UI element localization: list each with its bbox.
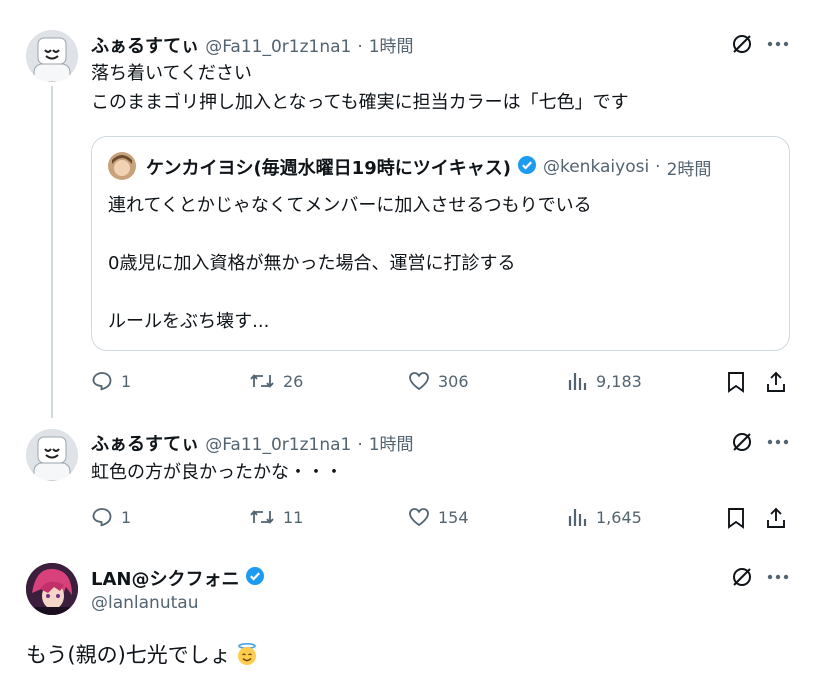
- tweet-text: もう(親の)七光でしょ: [26, 643, 231, 667]
- reply-count: 1: [121, 371, 132, 391]
- marshmallow-avatar-image: [26, 429, 78, 481]
- reply-button[interactable]: 1: [91, 370, 131, 392]
- views-icon: [568, 373, 587, 390]
- author-handle[interactable]: @Fa11_0r1z1na1: [205, 37, 351, 57]
- views-icon: [568, 509, 587, 526]
- quote-author-handle: @kenkaiyosi: [542, 157, 650, 177]
- avatar[interactable]: [26, 429, 78, 481]
- more-icon[interactable]: [765, 430, 791, 454]
- view-count: 9,183: [596, 371, 642, 391]
- timestamp[interactable]: 1時間: [369, 32, 414, 57]
- views-button[interactable]: 9,183: [568, 370, 642, 392]
- quote-text-line-1: 連れてくとかじゃなくてメンバーに加入させるつもりでいる: [108, 195, 592, 216]
- separator: ·: [357, 37, 363, 57]
- retweet-button[interactable]: 26: [249, 370, 303, 392]
- author-handle[interactable]: @Fa11_0r1z1na1: [205, 435, 351, 455]
- angel-emoji-icon: [235, 642, 259, 666]
- reply-count: 1: [121, 507, 132, 527]
- verified-badge-icon: [245, 566, 265, 590]
- tweet-1[interactable]: ふぁるすてぃ @Fa11_0r1z1na1 · 1時間 落ち着いてください この…: [0, 0, 823, 418]
- share-icon[interactable]: [764, 506, 788, 530]
- views-button[interactable]: 1,645: [568, 506, 642, 528]
- like-icon: [409, 508, 429, 527]
- thread-line: [51, 86, 53, 418]
- tweet-text-line-1: 落ち着いてください: [91, 63, 252, 84]
- quote-avatar: [108, 152, 136, 180]
- tweet-text: 虹色の方が良かったかな・・・: [91, 462, 343, 483]
- quote-timestamp: 2時間: [666, 159, 712, 180]
- reply-button[interactable]: 1: [91, 506, 131, 528]
- retweet-count: 11: [283, 507, 304, 527]
- reply-icon: [92, 372, 112, 391]
- marshmallow-avatar-image: [26, 30, 78, 82]
- tweet-text-line-2: このままゴリ押し加入となっても確実に担当カラーは「七色」です: [91, 92, 629, 113]
- author-name[interactable]: ふぁるすてぃ: [91, 32, 199, 58]
- quote-text-line-2: 0歳児に加入資格が無かった場合、運営に打診する: [108, 253, 516, 274]
- bookmark-icon[interactable]: [724, 370, 748, 394]
- main-tweet: LAN@シクフォニ @lanlanutau もう(親の)七光でしょ: [0, 555, 823, 696]
- like-count: 154: [438, 507, 469, 527]
- grok-icon[interactable]: [729, 430, 755, 454]
- quote-author-name: ケンカイヨシ(毎週水曜日19時にツイキャス): [146, 158, 511, 179]
- like-count: 306: [438, 371, 469, 391]
- quote-tweet-card[interactable]: ケンカイヨシ(毎週水曜日19時にツイキャス) @kenkaiyosi · 2時間…: [91, 136, 790, 351]
- retweet-icon: [250, 374, 274, 388]
- quote-text-line-3: ルールをぶち壊す...: [108, 311, 270, 332]
- grok-icon[interactable]: [729, 32, 755, 56]
- more-icon[interactable]: [765, 565, 791, 589]
- anime-avatar-image: [26, 563, 78, 615]
- share-icon[interactable]: [764, 370, 788, 394]
- avatar[interactable]: [26, 563, 78, 615]
- author-handle[interactable]: @lanlanutau: [91, 593, 198, 613]
- more-icon[interactable]: [765, 32, 791, 56]
- reply-icon: [92, 508, 112, 527]
- tweet-2[interactable]: ふぁるすてぃ @Fa11_0r1z1na1 · 1時間 虹色の方が良かったかな・…: [0, 418, 823, 548]
- like-button[interactable]: 154: [408, 506, 469, 528]
- like-button[interactable]: 306: [408, 370, 469, 392]
- separator: ·: [357, 435, 363, 455]
- bookmark-icon[interactable]: [724, 506, 748, 530]
- timestamp[interactable]: 1時間: [369, 430, 414, 455]
- separator: ·: [655, 157, 661, 177]
- grok-icon[interactable]: [729, 565, 755, 589]
- retweet-icon: [250, 510, 274, 524]
- verified-badge-icon: [517, 155, 537, 179]
- view-count: 1,645: [596, 507, 642, 527]
- retweet-count: 26: [283, 371, 304, 391]
- author-name[interactable]: ふぁるすてぃ: [91, 430, 199, 456]
- avatar[interactable]: [26, 30, 78, 82]
- like-icon: [409, 372, 429, 391]
- retweet-button[interactable]: 11: [249, 506, 303, 528]
- author-name[interactable]: LAN@シクフォニ: [91, 565, 239, 591]
